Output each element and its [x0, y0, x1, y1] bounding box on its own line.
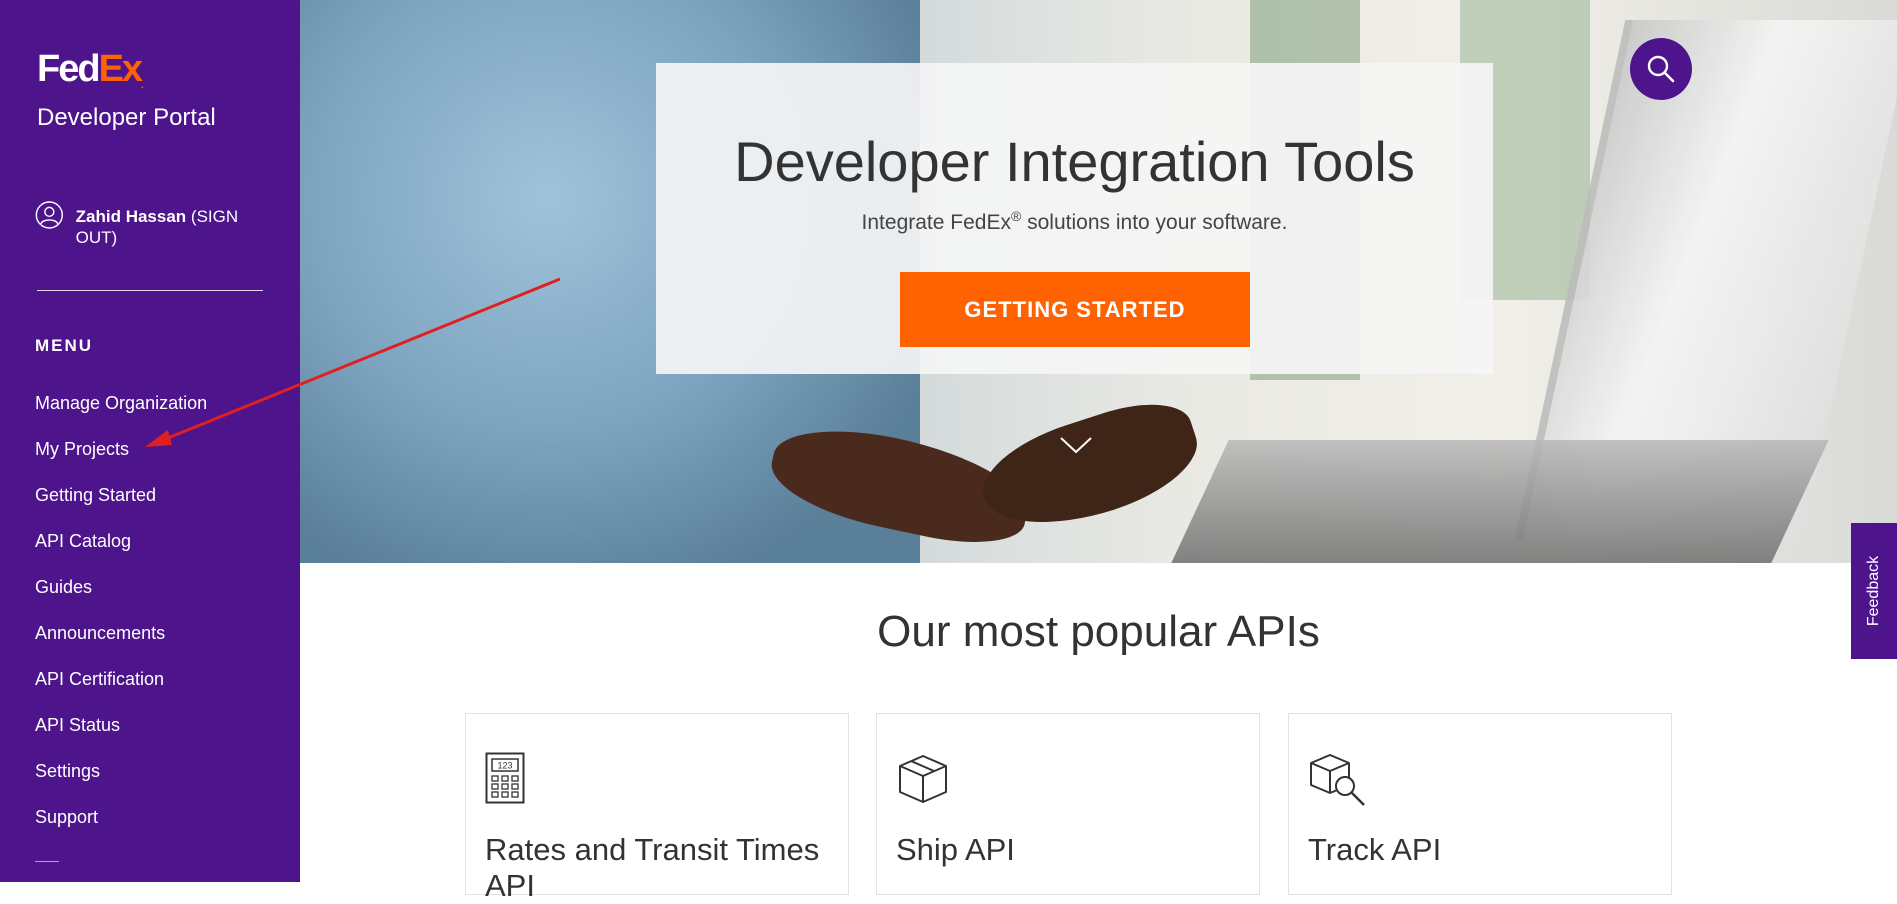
api-card-title: Rates and Transit Times API [485, 832, 820, 903]
menu-item-my-projects[interactable]: My Projects [35, 438, 207, 484]
menu-item-api-status[interactable]: API Status [35, 714, 207, 760]
user-info: Zahid Hassan (SIGN OUT) [35, 200, 275, 248]
hero-title: Developer Integration Tools [734, 130, 1415, 193]
api-card-title: Ship API [896, 832, 1015, 867]
hero-subtitle: Integrate FedEx® solutions into your sof… [861, 208, 1288, 234]
portal-title: Developer Portal [37, 104, 216, 131]
menu-heading: MENU [35, 336, 94, 355]
chevron-down-icon[interactable] [1058, 434, 1094, 456]
hero-photo-keyboard [1171, 440, 1829, 563]
search-icon [1647, 55, 1675, 83]
svg-text:123: 123 [497, 761, 512, 771]
menu-item-settings[interactable]: Settings [35, 760, 207, 806]
getting-started-button[interactable]: GETTING STARTED [900, 272, 1250, 347]
menu-item-api-certification[interactable]: API Certification [35, 668, 207, 714]
user-icon [35, 201, 64, 229]
box-icon [899, 755, 947, 803]
menu-bottom-divider [35, 861, 59, 862]
search-button[interactable] [1630, 38, 1692, 100]
hero-card: Developer Integration Tools Integrate Fe… [656, 63, 1493, 374]
hero-banner: Developer Integration Tools Integrate Fe… [300, 0, 1897, 563]
menu-item-support[interactable]: Support [35, 806, 207, 852]
fedex-logo[interactable]: FedEx. [37, 48, 144, 91]
user-name: Zahid Hassan [75, 207, 187, 226]
sidebar: FedEx. Developer Portal Zahid Hassan (SI… [0, 0, 300, 882]
menu-item-api-catalog[interactable]: API Catalog [35, 530, 207, 576]
api-card-track[interactable]: Track API [1288, 713, 1672, 895]
menu-item-getting-started[interactable]: Getting Started [35, 484, 207, 530]
box-search-icon [1310, 754, 1365, 806]
sidebar-divider [37, 290, 263, 291]
api-card-ship[interactable]: Ship API [876, 713, 1260, 895]
menu-item-announcements[interactable]: Announcements [35, 622, 207, 668]
menu-list: Manage Organization My Projects Getting … [35, 392, 207, 852]
api-card-rates[interactable]: 123 Rates and Transit Times API [465, 713, 849, 903]
popular-apis-title: Our most popular APIs [877, 607, 1320, 656]
menu-item-guides[interactable]: Guides [35, 576, 207, 622]
api-card-title: Track API [1308, 832, 1442, 867]
calculator-icon: 123 [485, 752, 525, 804]
menu-item-manage-organization[interactable]: Manage Organization [35, 392, 207, 438]
